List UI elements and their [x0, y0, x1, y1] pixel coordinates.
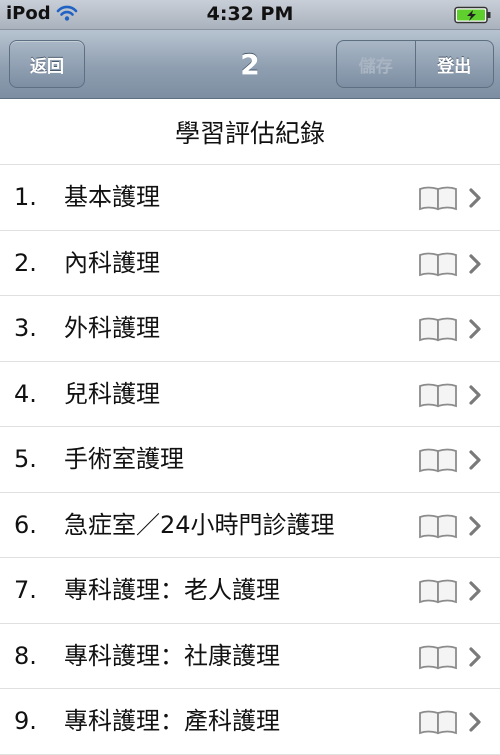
- status-time: 4:32 PM: [206, 3, 294, 25]
- list-item[interactable]: 2. 內科護理: [0, 231, 500, 296]
- chevron-right-icon: [469, 188, 481, 208]
- item-label: 急症室／24小時門診護理: [64, 510, 335, 539]
- list-item[interactable]: 9. 專科護理：產科護理: [0, 689, 500, 755]
- chevron-right-icon: [469, 319, 481, 339]
- battery-icon: [454, 6, 491, 24]
- assessment-list: 1. 基本護理 2. 內科護理 3. 外科護理 4. 兒科護理 5. 手術室護理…: [0, 165, 500, 755]
- chevron-right-icon: [469, 712, 481, 732]
- item-number: 3.: [14, 314, 37, 342]
- chevron-right-icon: [469, 253, 481, 274]
- item-label: 專科護理：社康護理: [64, 641, 280, 670]
- chevron-right-icon: [469, 515, 481, 536]
- chevron-right-icon: [469, 581, 481, 601]
- item-number: 9.: [14, 707, 37, 735]
- book-icon: [419, 514, 457, 538]
- item-label: 兒科護理: [64, 379, 160, 408]
- item-label: 內科護理: [64, 248, 160, 277]
- chevron-right-icon: [469, 384, 481, 405]
- item-number: 8.: [14, 641, 37, 670]
- item-number: 5.: [14, 445, 37, 473]
- book-icon: [419, 186, 457, 211]
- book-icon: [419, 317, 457, 342]
- save-button[interactable]: 儲存: [337, 41, 415, 87]
- book-icon: [419, 383, 457, 407]
- chevron-right-icon: [469, 450, 481, 470]
- item-number: 7.: [14, 576, 37, 604]
- list-item[interactable]: 4. 兒科護理: [0, 362, 500, 427]
- item-label: 專科護理：產科護理: [64, 707, 280, 735]
- book-icon: [419, 710, 457, 735]
- item-number: 4.: [14, 379, 37, 408]
- chevron-right-icon: [469, 646, 481, 667]
- status-bar: iPod 4:32 PM: [0, 0, 500, 30]
- page-title: 學習評估紀錄: [0, 99, 500, 165]
- list-item[interactable]: 7. 專科護理：老人護理: [0, 558, 500, 624]
- list-item[interactable]: 1. 基本護理: [0, 165, 500, 231]
- list-item[interactable]: 3. 外科護理: [0, 296, 500, 362]
- book-icon: [419, 252, 457, 276]
- logout-button[interactable]: 登出: [416, 41, 494, 87]
- item-label: 外科護理: [64, 314, 160, 342]
- list-item[interactable]: 6. 急症室／24小時門診護理: [0, 493, 500, 558]
- item-number: 2.: [14, 248, 37, 277]
- item-number: 6.: [14, 510, 37, 539]
- list-item[interactable]: 8. 專科護理：社康護理: [0, 624, 500, 689]
- book-icon: [419, 448, 457, 473]
- back-button[interactable]: 返回: [9, 40, 85, 88]
- navigation-bar: 返回 2 儲存 登出: [0, 30, 500, 99]
- item-label: 基本護理: [64, 183, 160, 211]
- item-label: 手術室護理: [64, 445, 184, 473]
- item-number: 1.: [14, 183, 37, 211]
- list-item[interactable]: 5. 手術室護理: [0, 427, 500, 493]
- book-icon: [419, 579, 457, 604]
- book-icon: [419, 645, 457, 669]
- action-segmented-control: 儲存 登出: [336, 40, 494, 88]
- item-label: 專科護理：老人護理: [64, 576, 280, 604]
